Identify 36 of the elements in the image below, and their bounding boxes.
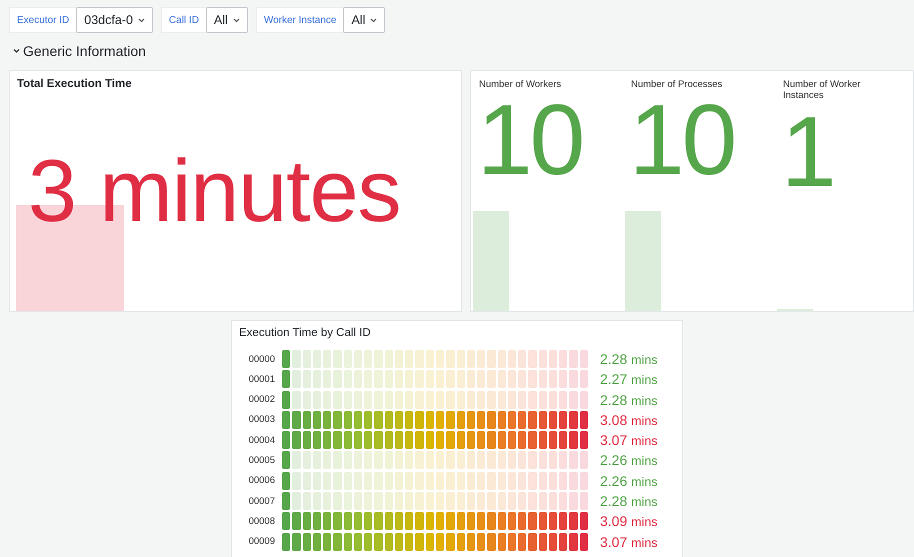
stat-value: 3 minutes [28, 147, 401, 235]
row-label: 00005 [248, 454, 275, 466]
gauge-value: 2.28 mins [600, 392, 658, 408]
stat-value: 1 [780, 102, 835, 202]
stat-value: 10 [476, 90, 584, 190]
row-label: 00001 [248, 374, 275, 385]
stat-title: Number of Workers [478, 78, 562, 90]
variable-dropdown[interactable]: All [343, 7, 386, 33]
panel-title: Total Execution Time [16, 77, 133, 90]
gauge-value: 2.27 mins [600, 371, 658, 388]
stat-value: 10 [628, 90, 736, 190]
row-label: 00003 [248, 414, 275, 426]
row-label: 00007 [248, 496, 275, 507]
variable-dropdown[interactable]: All [206, 7, 248, 33]
row-label: 00009 [248, 536, 275, 548]
variable-label: Executor ID [9, 7, 78, 33]
row-label: 00002 [248, 394, 275, 406]
panel-title: Execution Time by Call ID [239, 327, 372, 339]
variable-label: Worker Instance [256, 7, 344, 33]
row-label: 00000 [248, 354, 275, 364]
gauge-value: 2.26 mins [600, 452, 658, 468]
row-label: 00008 [248, 516, 275, 527]
gauge-value: 3.08 mins [600, 412, 658, 428]
row-label: 00004 [248, 434, 275, 446]
gauge-value: 3.07 mins [600, 432, 658, 448]
section-header[interactable]: Generic Information [9, 43, 146, 59]
stat-title: Number of Worker Instances [782, 78, 862, 102]
stat-title: Number of Processes [630, 78, 724, 90]
gauge-value: 2.28 mins [600, 493, 658, 510]
gauge-value: 3.09 mins [600, 513, 658, 530]
variable-label: Call ID [160, 7, 207, 33]
row-label: 00006 [248, 475, 275, 486]
gauge-value: 2.28 mins [600, 351, 658, 367]
gauge-value: 2.26 mins [600, 472, 658, 489]
variable-dropdown[interactable]: 03dcfa-0 [76, 7, 153, 33]
gauge-value: 3.07 mins [600, 534, 658, 550]
